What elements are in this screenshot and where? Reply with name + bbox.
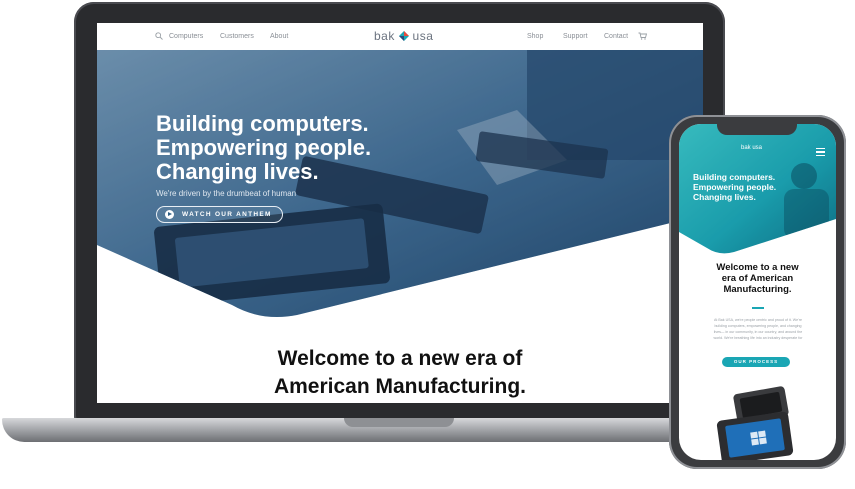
logo-text-usa: usa — [412, 29, 434, 43]
nav-link-customers[interactable]: Customers — [220, 33, 254, 40]
phone-notch — [717, 124, 797, 135]
rugged-tablet-product-image — [716, 386, 794, 460]
hero-banner: Building computers. Empowering people. C… — [97, 50, 703, 320]
nav-link-support[interactable]: Support — [563, 33, 588, 40]
laptop-opening-notch — [344, 418, 454, 427]
cart-icon[interactable] — [638, 32, 647, 40]
phone-intro-line: building computers, empowering people, a… — [714, 324, 802, 328]
hero-subtitle: We're driven by the drumbeat of human — [156, 189, 297, 198]
welcome-heading: Welcome to a new era of American Manufac… — [97, 345, 703, 401]
phone-hero-headline: Building computers. Empowering people. C… — [693, 172, 776, 202]
phone-screen: bak usa Building computers. Empowering p… — [679, 124, 836, 460]
hero-headline-line: Building computers. — [156, 111, 369, 136]
search-icon[interactable] — [155, 32, 163, 40]
phone-hero-headline-line: Empowering people. — [693, 182, 777, 192]
hero-background-photo — [97, 50, 703, 318]
phone-welcome-line: Manufacturing. — [723, 284, 792, 295]
nav-link-shop[interactable]: Shop — [527, 33, 543, 40]
play-icon — [165, 210, 174, 219]
phone-welcome-line: Welcome to a new — [716, 262, 799, 273]
phone-intro-line: lives— in our community, in our country,… — [713, 330, 803, 334]
watch-anthem-label: WATCH OUR ANTHEM — [182, 211, 272, 218]
phone-bak-usa-logo[interactable]: bak usa — [741, 145, 762, 151]
welcome-heading-line: Welcome to a new era of — [277, 347, 523, 370]
site-nav: Computers Customers About bak usa Shop S… — [97, 23, 703, 50]
bak-usa-logo[interactable]: bak usa — [374, 29, 433, 43]
our-process-button[interactable]: OUR PROCESS — [722, 357, 790, 367]
section-divider — [752, 307, 764, 309]
phone-welcome-heading: Welcome to a new era of American Manufac… — [679, 262, 836, 295]
logo-text-bak: bak — [374, 29, 395, 43]
laptop-screen: Computers Customers About bak usa Shop S… — [97, 23, 703, 403]
nav-link-about[interactable]: About — [270, 33, 288, 40]
logo-diamond-icon — [398, 31, 409, 41]
phone-hero-banner: bak usa Building computers. Empowering p… — [679, 124, 836, 254]
phone-hero-headline-line: Changing lives. — [693, 192, 756, 202]
hero-headline-line: Empowering people. — [156, 135, 372, 160]
phone-intro-paragraph: At Bak USA, we're people centric and pro… — [695, 317, 821, 341]
watch-anthem-button[interactable]: WATCH OUR ANTHEM — [156, 206, 283, 223]
phone-hero-headline-line: Building computers. — [693, 172, 776, 182]
hero-headline: Building computers. Empowering people. C… — [156, 112, 371, 184]
phone-welcome-line: era of American — [721, 273, 794, 284]
welcome-heading-line: American Manufacturing. — [273, 375, 527, 398]
nav-link-contact[interactable]: Contact — [604, 33, 628, 40]
phone-intro-line: At Bak USA, we're people centric and pro… — [714, 318, 802, 322]
menu-icon[interactable] — [816, 148, 825, 156]
nav-link-computers[interactable]: Computers — [169, 33, 203, 40]
phone-intro-line: world. We're breathing life into an indu… — [713, 336, 803, 340]
hero-headline-line: Changing lives. — [156, 159, 319, 184]
